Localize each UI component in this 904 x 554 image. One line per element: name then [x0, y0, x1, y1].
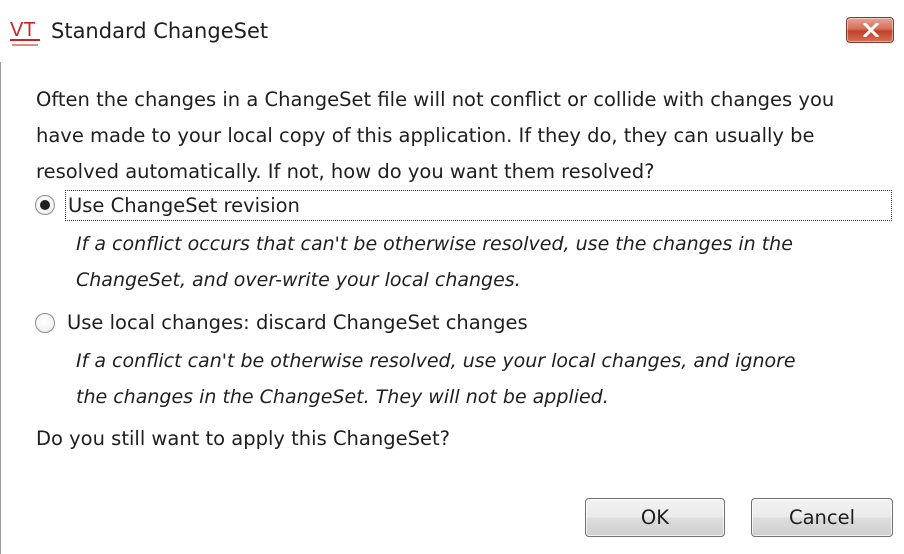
window-title: Standard ChangeSet — [51, 19, 269, 43]
intro-line: Often the changes in a ChangeSet file wi… — [36, 88, 835, 111]
description-line: ChangeSet, and over-write your local cha… — [76, 269, 521, 291]
window-border — [0, 62, 1, 554]
close-button[interactable] — [846, 17, 894, 43]
radio-use-local-changes[interactable] — [35, 313, 55, 333]
close-icon — [863, 23, 879, 37]
vt-logo-icon: VT — [10, 19, 40, 46]
intro-text: Often the changes in a ChangeSet file wi… — [36, 82, 900, 190]
description-line: the changes in the ChangeSet. They will … — [76, 386, 609, 408]
radio-use-changeset-revision[interactable] — [35, 195, 55, 215]
title-bar: VT Standard ChangeSet — [0, 0, 904, 62]
confirmation-question: Do you still want to apply this ChangeSe… — [36, 427, 450, 450]
option-description-use-local-changes: If a conflict can't be otherwise resolve… — [76, 343, 796, 415]
option-description-use-changeset-revision: If a conflict occurs that can't be other… — [76, 226, 793, 298]
description-line: If a conflict can't be otherwise resolve… — [76, 350, 796, 372]
ok-button[interactable]: OK — [585, 498, 725, 537]
dialog-window: VT Standard ChangeSet Often the changes … — [0, 0, 904, 554]
description-line: If a conflict occurs that can't be other… — [76, 233, 793, 255]
radio-dot — [40, 200, 50, 210]
dialog-body: Often the changes in a ChangeSet file wi… — [0, 62, 904, 554]
option-label-use-local-changes[interactable]: Use local changes: discard ChangeSet cha… — [67, 309, 528, 337]
svg-text:VT: VT — [10, 19, 36, 41]
intro-line: resolved automatically. If not, how do y… — [36, 160, 655, 183]
option-label-use-changeset-revision[interactable]: Use ChangeSet revision — [65, 190, 892, 221]
cancel-button[interactable]: Cancel — [751, 498, 893, 537]
intro-line: have made to your local copy of this app… — [36, 124, 815, 147]
